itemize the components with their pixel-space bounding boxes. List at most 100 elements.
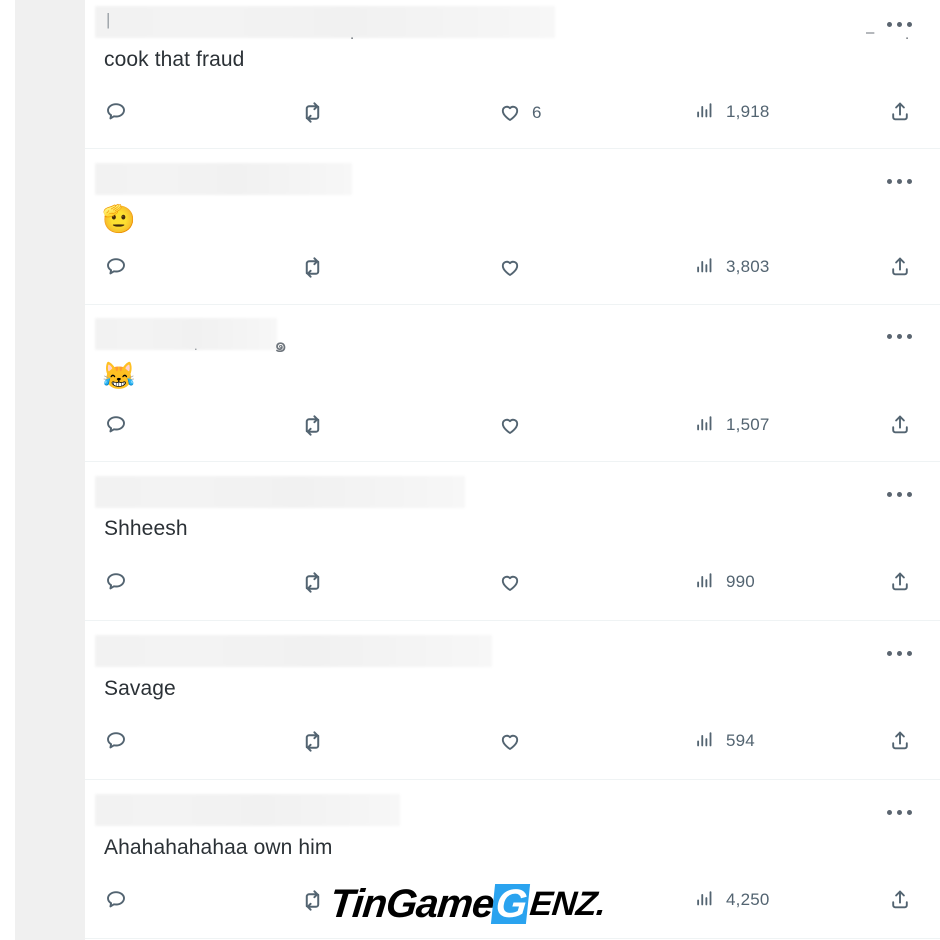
reply-icon: [104, 413, 128, 437]
tweet-content: Shheesh 990: [0, 462, 940, 620]
share-upload-icon: [888, 413, 912, 437]
views-button[interactable]: 3,803: [694, 255, 770, 277]
like-count: 6: [532, 102, 542, 122]
author-header-redaction: [95, 163, 352, 195]
views-count: 990: [726, 571, 755, 591]
tweet-body-text: Shheesh: [104, 517, 188, 540]
ghost-glyph: –: [866, 24, 875, 41]
more-horizontal-icon[interactable]: [882, 802, 916, 822]
retweet-button[interactable]: [300, 413, 325, 438]
reply-icon: [104, 255, 128, 279]
author-header-redaction: [95, 635, 492, 667]
site-watermark: TinGame G ENZ.: [327, 882, 607, 926]
author-header-redaction: [95, 6, 555, 38]
more-horizontal-icon[interactable]: [882, 14, 916, 34]
reply-button[interactable]: [104, 255, 128, 279]
reply-icon: [104, 100, 128, 124]
tweet-action-bar: 594: [0, 729, 940, 759]
heart-icon: [498, 100, 522, 124]
views-count: 4,250: [726, 889, 770, 909]
tweet-action-bar: 1,507: [0, 413, 940, 443]
tweet-content: Savage 594: [0, 621, 940, 779]
tweet-row[interactable]: |. –. cook that fraud 6 1,918: [0, 0, 940, 149]
views-count: 1,507: [726, 414, 770, 434]
watermark-badge-g: G: [491, 882, 531, 926]
heart-icon: [498, 570, 522, 594]
views-count: 1,918: [726, 101, 770, 121]
tweet-row[interactable]: Shheesh 990: [0, 462, 940, 621]
retweet-icon: [300, 888, 325, 913]
reply-icon: [104, 729, 128, 753]
views-bar-chart-icon: [694, 729, 716, 751]
tweet-body-text: cook that fraud: [104, 48, 245, 71]
left-rail: [0, 0, 15, 940]
retweet-button[interactable]: [300, 570, 325, 595]
like-button[interactable]: 6: [498, 100, 542, 124]
views-button[interactable]: 990: [694, 570, 755, 592]
share-button[interactable]: [888, 100, 912, 124]
share-upload-icon: [888, 570, 912, 594]
reply-button[interactable]: [104, 729, 128, 753]
views-button[interactable]: 1,507: [694, 413, 770, 435]
tweet-content: 🫡 3,803: [0, 149, 940, 304]
share-upload-icon: [888, 255, 912, 279]
more-horizontal-icon[interactable]: [882, 326, 916, 346]
share-upload-icon: [888, 729, 912, 753]
views-bar-chart-icon: [694, 570, 716, 592]
views-bar-chart-icon: [694, 255, 716, 277]
author-header-redaction: [95, 476, 465, 508]
app-root: |. –. cook that fraud 6 1,918 🫡 3,803 ๑. 😹 1,507 S…: [0, 0, 940, 940]
retweet-button[interactable]: [300, 729, 325, 754]
retweet-button[interactable]: [300, 100, 325, 125]
tweet-feed: |. –. cook that fraud 6 1,918 🫡 3,803 ๑. 😹 1,507 S…: [0, 0, 940, 939]
heart-icon: [498, 729, 522, 753]
reply-button[interactable]: [104, 888, 128, 912]
tweet-row[interactable]: ๑. 😹 1,507: [0, 305, 940, 462]
reply-icon: [104, 888, 128, 912]
share-button[interactable]: [888, 888, 912, 912]
tweet-row[interactable]: Savage 594: [0, 621, 940, 780]
avatar-redaction-column: [15, 0, 85, 940]
tweet-action-bar: 6 1,918: [0, 100, 940, 130]
views-count: 3,803: [726, 256, 770, 276]
share-button[interactable]: [888, 570, 912, 594]
views-bar-chart-icon: [694, 413, 716, 435]
share-upload-icon: [888, 100, 912, 124]
more-horizontal-icon[interactable]: [882, 171, 916, 191]
share-button[interactable]: [888, 255, 912, 279]
retweet-icon: [300, 100, 325, 125]
heart-icon: [498, 255, 522, 279]
like-button[interactable]: [498, 729, 522, 753]
like-button[interactable]: [498, 570, 522, 594]
share-upload-icon: [888, 888, 912, 912]
more-horizontal-icon[interactable]: [882, 484, 916, 504]
share-button[interactable]: [888, 413, 912, 437]
share-button[interactable]: [888, 729, 912, 753]
retweet-icon: [300, 413, 325, 438]
views-count: 594: [726, 730, 755, 750]
retweet-icon: [300, 729, 325, 754]
watermark-text-primary: TinGame: [327, 882, 496, 926]
reply-button[interactable]: [104, 413, 128, 437]
like-button[interactable]: [498, 255, 522, 279]
tweet-row[interactable]: 🫡 3,803: [0, 149, 940, 305]
tweet-content: ๑. 😹 1,507: [0, 305, 940, 461]
tweet-action-bar: 990: [0, 570, 940, 600]
more-horizontal-icon[interactable]: [882, 643, 916, 663]
heart-icon: [498, 413, 522, 437]
views-button[interactable]: 4,250: [694, 888, 770, 910]
views-button[interactable]: 594: [694, 729, 755, 751]
tweet-body-text: Ahahahahahaa own him: [104, 836, 333, 859]
tweet-body-emoji: 🫡: [102, 204, 136, 234]
views-button[interactable]: 1,918: [694, 100, 770, 122]
like-button[interactable]: [498, 413, 522, 437]
reply-icon: [104, 570, 128, 594]
retweet-icon: [300, 570, 325, 595]
retweet-button[interactable]: [300, 255, 325, 280]
retweet-icon: [300, 255, 325, 280]
reply-button[interactable]: [104, 100, 128, 124]
views-bar-chart-icon: [694, 100, 716, 122]
retweet-button[interactable]: [300, 888, 325, 913]
tweet-content: |. –. cook that fraud 6 1,918: [0, 0, 940, 148]
reply-button[interactable]: [104, 570, 128, 594]
